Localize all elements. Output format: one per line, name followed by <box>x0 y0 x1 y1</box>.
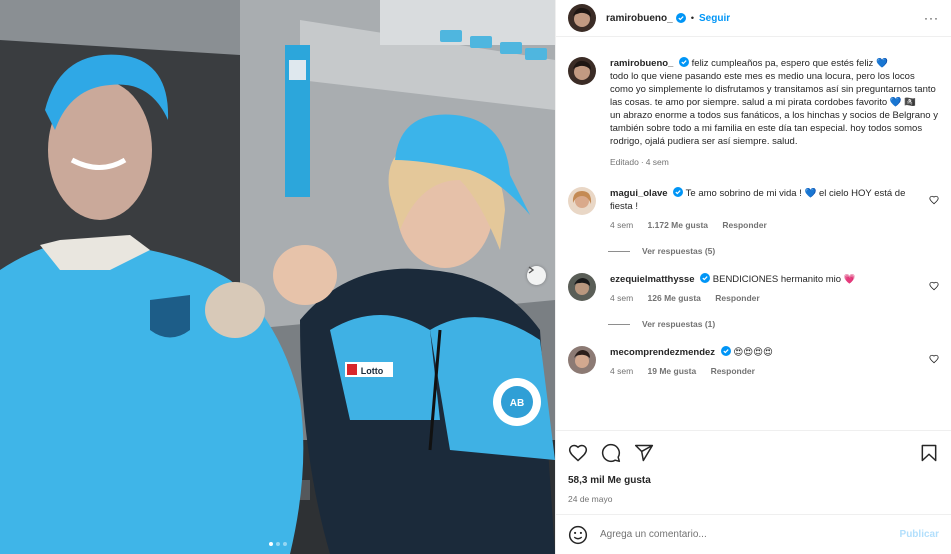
emoji-smiley-icon[interactable] <box>568 525 588 545</box>
comment-likes[interactable]: 126 Me gusta <box>648 293 701 303</box>
comment-username[interactable]: magui_olave <box>610 188 668 199</box>
like-comment-heart-icon[interactable] <box>929 354 939 364</box>
post-side-panel: ramirobueno_ • Seguir ··· ramirobueno_ f… <box>555 0 951 554</box>
post-action-bar <box>556 430 951 475</box>
verified-badge-icon <box>679 57 689 67</box>
chevron-right-icon <box>528 266 535 274</box>
comment: mecomprendezmendez 😍😍😍😍 4 sem 19 Me gust… <box>568 346 939 378</box>
reply-button[interactable]: Responder <box>715 293 759 303</box>
verified-badge-icon <box>720 346 731 356</box>
avatar-image <box>568 346 596 374</box>
post-photo[interactable]: Lotto AB <box>0 0 555 554</box>
club-crest-initials: AB <box>510 398 524 409</box>
comment-username[interactable]: mecomprendezmendez <box>610 347 715 358</box>
carousel-dot <box>275 542 280 546</box>
comment-likes[interactable]: 1.172 Me gusta <box>648 220 708 230</box>
like-comment-heart-icon[interactable] <box>929 281 939 291</box>
comment: magui_olave Te amo sobrino de mi vida ! … <box>568 187 939 232</box>
verified-badge-icon <box>673 187 684 197</box>
view-replies-label: Ver respuestas (5) <box>642 246 716 256</box>
replies-divider <box>608 250 630 252</box>
add-comment-bar: Publicar <box>556 514 951 554</box>
comment-bubble-icon[interactable] <box>601 443 621 463</box>
header-separator: • <box>690 12 695 24</box>
avatar-image <box>568 4 596 32</box>
author-username[interactable]: ramirobueno_ <box>606 13 673 24</box>
view-replies-label: Ver respuestas (1) <box>642 319 716 329</box>
like-heart-icon[interactable] <box>568 443 588 463</box>
add-comment-input[interactable] <box>600 529 900 540</box>
comment-likes[interactable]: 19 Me gusta <box>648 366 697 376</box>
share-paper-plane-icon[interactable] <box>634 443 654 463</box>
author-avatar[interactable] <box>568 4 596 32</box>
view-replies-button[interactable]: Ver respuestas (5) <box>608 246 939 256</box>
next-photo-button[interactable] <box>527 266 546 285</box>
avatar-image <box>568 57 596 85</box>
post-date: 24 de mayo <box>568 494 613 504</box>
post-likes-count[interactable]: 58,3 mil Me gusta <box>556 475 951 490</box>
save-bookmark-icon[interactable] <box>919 443 939 463</box>
meta-dot: · <box>640 157 644 167</box>
follow-button[interactable]: Seguir <box>699 13 730 24</box>
caption-edited: Editado <box>610 157 639 167</box>
brand-badge-text: Lotto <box>361 366 384 376</box>
commenter-avatar[interactable] <box>568 187 596 215</box>
like-comment-heart-icon[interactable] <box>929 195 939 205</box>
avatar-image <box>568 187 596 215</box>
commenter-avatar[interactable] <box>568 346 596 374</box>
comment-username[interactable]: ezequielmatthysse <box>610 274 694 285</box>
comment-time: 4 sem <box>610 220 634 230</box>
replies-divider <box>608 323 630 325</box>
comment-time: 4 sem <box>610 366 634 376</box>
photo-illustration: Lotto AB <box>0 0 555 554</box>
caption-time: 4 sem <box>645 157 669 167</box>
instagram-post-modal: Lotto AB ramirobueno_ • Seguir ··· ramir… <box>0 0 951 554</box>
caption-avatar[interactable] <box>568 57 596 85</box>
reply-button[interactable]: Responder <box>722 220 766 230</box>
publish-button[interactable]: Publicar <box>900 529 939 540</box>
avatar-image <box>568 273 596 301</box>
comment-time: 4 sem <box>610 293 634 303</box>
carousel-indicators <box>0 542 555 546</box>
caption-text: feliz cumpleaños pa, espero que estés fe… <box>610 58 938 147</box>
post-header: ramirobueno_ • Seguir ··· <box>556 0 951 37</box>
verified-badge-icon <box>700 273 711 283</box>
view-replies-button[interactable]: Ver respuestas (1) <box>608 319 939 329</box>
carousel-dot <box>268 542 273 546</box>
caption-username[interactable]: ramirobueno_ <box>610 58 673 69</box>
comment: ezequielmatthysse BENDICIONES hermanito … <box>568 273 939 305</box>
verified-badge-icon <box>675 13 686 23</box>
comment-text: 😍😍😍😍 <box>733 347 773 358</box>
carousel-dot <box>282 542 287 546</box>
comments-list: ramirobueno_ feliz cumpleaños pa, espero… <box>556 37 951 430</box>
commenter-avatar[interactable] <box>568 273 596 301</box>
caption: ramirobueno_ feliz cumpleaños pa, espero… <box>568 57 939 169</box>
comment-text: BENDICIONES hermanito mio 💗 <box>712 274 856 285</box>
more-options-icon[interactable]: ··· <box>924 11 939 25</box>
reply-button[interactable]: Responder <box>711 366 755 376</box>
